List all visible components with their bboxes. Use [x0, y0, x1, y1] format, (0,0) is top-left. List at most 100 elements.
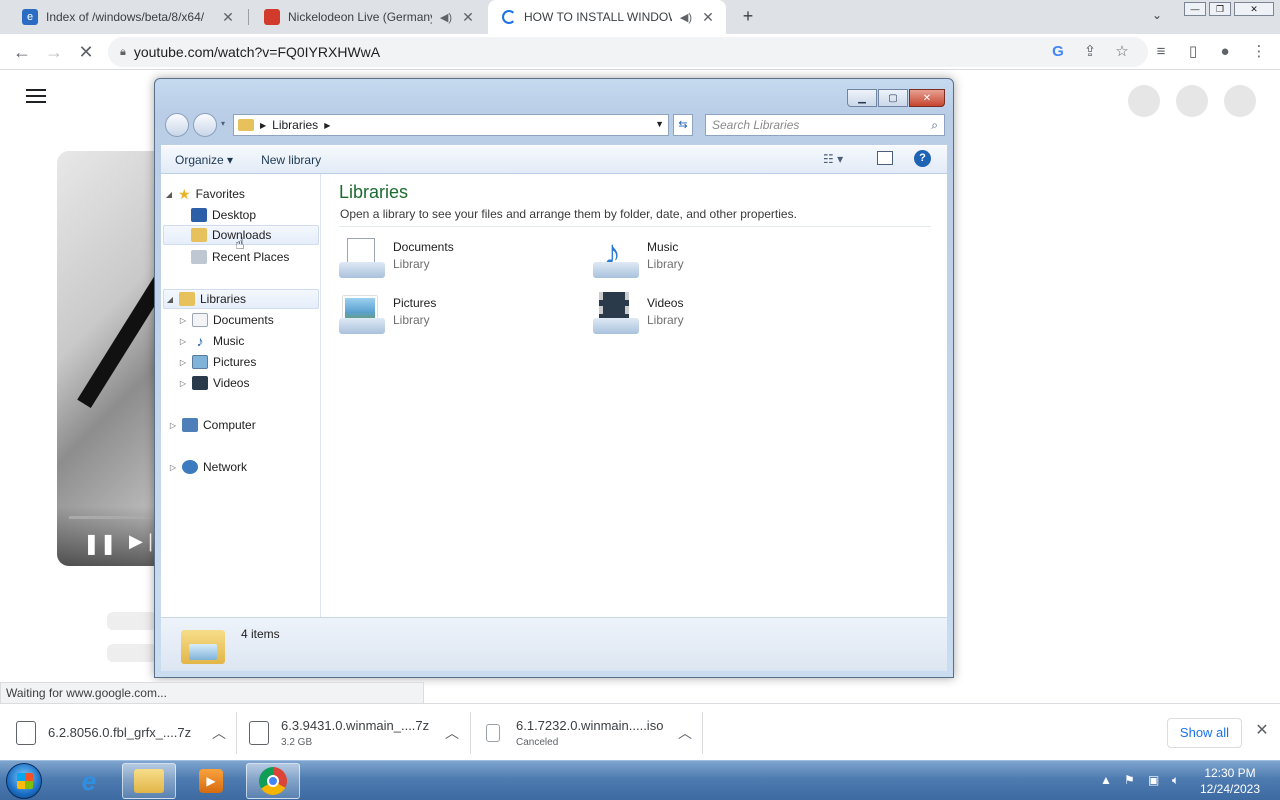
chevron-up-icon[interactable]: ︿	[445, 723, 459, 743]
tab-index-windows[interactable]: e Index of /windows/beta/8/x64/ ✕	[8, 0, 246, 34]
download-filename: 6.3.9431.0.winmain_....7z	[281, 717, 430, 733]
explorer-forward-button[interactable]	[193, 113, 217, 137]
stop-loading-icon[interactable]: ✕	[74, 40, 98, 64]
taskbar-internet-explorer[interactable]: e	[62, 763, 116, 799]
refresh-icon[interactable]: ⇆	[673, 114, 693, 136]
nav-item-music[interactable]: ▷ ♪ Music	[179, 331, 244, 351]
address-bar[interactable]: 🔒︎ youtube.com/watch?v=FQ0IYRXHWwA	[108, 37, 1148, 67]
nav-item-documents[interactable]: ▷ Documents	[179, 310, 274, 330]
lock-icon[interactable]: 🔒︎	[120, 46, 126, 59]
new-library-button[interactable]: New library	[247, 153, 335, 167]
preview-pane-icon[interactable]	[877, 151, 893, 165]
breadcrumb-separator-icon[interactable]: ▶	[260, 121, 266, 130]
library-videos[interactable]: Videos Library	[593, 292, 684, 336]
nav-item-videos[interactable]: ▷ Videos	[179, 373, 249, 393]
close-tab-icon[interactable]: ✕	[460, 9, 476, 26]
video-player[interactable]: ❚❚ ▶❘	[57, 151, 167, 566]
taskbar-media-player[interactable]: ▶	[184, 763, 238, 799]
google-lens-icon[interactable]: G	[1047, 41, 1069, 63]
show-all-button[interactable]: Show all	[1167, 718, 1242, 748]
explorer-window[interactable]: ▁ ▢ ✕ ▾ ▶ Libraries ▶ ▼ ⇆ Search Librari…	[154, 78, 954, 678]
windows-logo-icon	[17, 773, 33, 789]
hand-cursor-icon: ☝	[235, 236, 245, 253]
progress-bar[interactable]	[69, 516, 167, 519]
search-libraries-input[interactable]: Search Libraries ⌕	[705, 114, 945, 136]
recent-pages-chevron-icon[interactable]: ▾	[221, 119, 225, 128]
download-item[interactable]: 6.3.9431.0.winmain_....7z 3.2 GB ︿	[249, 704, 459, 761]
download-shelf: 6.2.8056.0.fbl_grfx_....7z ︿ 6.3.9431.0.…	[0, 703, 1280, 760]
library-type: Library	[393, 313, 430, 327]
nav-favorites[interactable]: ◢ ★ Favorites	[165, 184, 245, 204]
expand-arrow-icon[interactable]: ▷	[169, 463, 177, 472]
start-button[interactable]	[6, 763, 42, 799]
pause-icon[interactable]: ❚❚	[83, 531, 117, 556]
forward-arrow-icon[interactable]: →	[42, 40, 66, 64]
search-icon[interactable]: ⌕	[931, 118, 938, 133]
expand-arrow-icon[interactable]: ▷	[179, 358, 187, 367]
avatar-placeholder[interactable]	[1224, 85, 1256, 117]
chevron-up-icon[interactable]: ︿	[212, 723, 226, 743]
speaker-icon[interactable]: ◀)	[440, 11, 452, 24]
explorer-address-bar[interactable]: ▶ Libraries ▶ ▼	[233, 114, 669, 136]
expand-arrow-icon[interactable]: ▷	[179, 379, 187, 388]
file-icon	[249, 720, 269, 745]
nav-libraries[interactable]: ◢ Libraries	[163, 289, 319, 309]
close-tab-icon[interactable]: ✕	[220, 9, 236, 26]
minimize-window-button[interactable]: —	[1184, 2, 1206, 16]
change-view-icon[interactable]: ☷ ▾	[823, 152, 843, 166]
nav-item-pictures[interactable]: ▷ Pictures	[179, 352, 256, 372]
network-tray-icon[interactable]: ▣	[1148, 773, 1159, 787]
chevron-up-icon[interactable]: ︿	[678, 723, 692, 743]
tab-nickelodeon[interactable]: Nickelodeon Live (Germany) ◀) ✕	[250, 0, 486, 34]
collapse-arrow-icon[interactable]: ◢	[166, 295, 174, 304]
restore-window-button[interactable]: ❐	[1209, 2, 1231, 16]
library-music[interactable]: ♪ Music Library	[593, 232, 684, 280]
explorer-minimize-button[interactable]: ▁	[847, 89, 877, 107]
more-menu-icon[interactable]: ⋮	[1248, 41, 1270, 63]
nav-label: Network	[203, 460, 248, 474]
taskbar-chrome[interactable]	[246, 763, 300, 799]
volume-muted-icon[interactable]: 🔈︎	[1172, 773, 1179, 788]
breadcrumb-libraries[interactable]: Libraries	[272, 118, 318, 132]
nav-item-desktop[interactable]: Desktop	[191, 205, 256, 225]
organize-button[interactable]: Organize ▾	[161, 153, 247, 167]
back-arrow-icon[interactable]: ←	[10, 40, 34, 64]
taskbar-explorer[interactable]	[122, 763, 176, 799]
breadcrumb-separator-icon[interactable]: ▶	[324, 121, 330, 130]
share-icon[interactable]: ⇪	[1079, 41, 1101, 63]
download-item[interactable]: 6.1.7232.0.winmain.....iso Canceled ︿	[486, 704, 692, 761]
close-shelf-icon[interactable]: ✕	[1254, 720, 1270, 744]
explorer-back-button[interactable]	[165, 113, 189, 137]
close-window-button[interactable]: ✕	[1234, 2, 1274, 16]
help-icon[interactable]: ?	[914, 150, 931, 167]
speaker-icon[interactable]: ◀)	[680, 11, 692, 24]
bookmark-star-icon[interactable]: ☆	[1111, 41, 1133, 63]
expand-arrow-icon[interactable]: ▷	[179, 337, 187, 346]
explorer-close-button[interactable]: ✕	[909, 89, 945, 107]
new-tab-button[interactable]: +	[738, 6, 758, 26]
expand-arrow-icon[interactable]: ▷	[179, 316, 187, 325]
tab-how-to-install[interactable]: HOW TO INSTALL WINDOW ◀) ✕	[488, 0, 726, 34]
tab-search-chevron-icon[interactable]: ⌄	[1152, 8, 1162, 22]
details-pane: 4 items	[161, 617, 947, 671]
explorer-maximize-button[interactable]: ▢	[878, 89, 908, 107]
media-controls-icon[interactable]: ≡	[1150, 41, 1172, 63]
library-pictures[interactable]: Pictures Library	[339, 292, 436, 336]
avatar-placeholder[interactable]	[1128, 85, 1160, 117]
avatar-placeholder[interactable]	[1176, 85, 1208, 117]
hamburger-menu-icon[interactable]	[26, 89, 46, 105]
system-clock[interactable]: 12:30 PM 12/24/2023	[1190, 765, 1270, 797]
expand-arrow-icon[interactable]: ▷	[169, 421, 177, 430]
show-hidden-icons-chevron-icon[interactable]: ▲	[1100, 773, 1112, 787]
download-item[interactable]: 6.2.8056.0.fbl_grfx_....7z ︿	[16, 704, 226, 761]
documents-library-icon	[339, 236, 385, 280]
side-panel-icon[interactable]: ▯	[1182, 41, 1204, 63]
address-dropdown-icon[interactable]: ▼	[655, 119, 664, 129]
close-tab-icon[interactable]: ✕	[700, 9, 716, 26]
collapse-arrow-icon[interactable]: ◢	[165, 190, 173, 199]
profile-avatar-icon[interactable]: ●	[1214, 41, 1236, 63]
action-center-flag-icon[interactable]: ⚑	[1124, 773, 1135, 787]
nav-network[interactable]: ▷ Network	[169, 457, 247, 477]
nav-computer[interactable]: ▷ Computer	[169, 415, 256, 435]
library-documents[interactable]: Documents Library	[339, 236, 454, 280]
